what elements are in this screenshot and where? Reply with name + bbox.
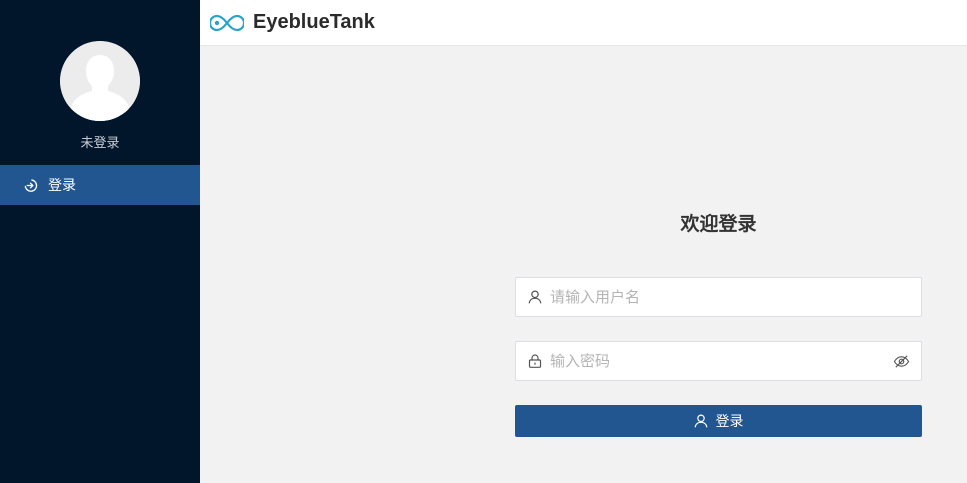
login-title: 欢迎登录 <box>680 213 757 235</box>
default-user-avatar-icon <box>60 41 140 121</box>
user-status-label: 未登录 <box>80 136 120 151</box>
avatar[interactable] <box>60 41 140 121</box>
username-input[interactable] <box>548 287 921 307</box>
sidebar-item-login[interactable]: 登录 <box>0 165 200 205</box>
username-field[interactable] <box>515 277 922 317</box>
login-submit-button[interactable]: 登录 <box>515 405 922 437</box>
user-icon <box>528 290 542 304</box>
eye-slash-icon[interactable] <box>893 353 910 370</box>
password-field[interactable] <box>515 341 922 381</box>
lock-icon <box>528 354 542 368</box>
password-input[interactable] <box>548 351 893 371</box>
login-arrow-icon <box>23 178 38 193</box>
login-submit-label: 登录 <box>715 414 744 430</box>
top-header: EyeblueTank <box>200 0 967 46</box>
user-icon <box>694 414 708 428</box>
sidebar: 未登录 登录 <box>0 0 200 483</box>
sidebar-item-label: 登录 <box>48 178 76 194</box>
brand-name[interactable]: EyeblueTank <box>253 11 375 34</box>
infinity-eye-logo-icon[interactable] <box>210 13 244 33</box>
